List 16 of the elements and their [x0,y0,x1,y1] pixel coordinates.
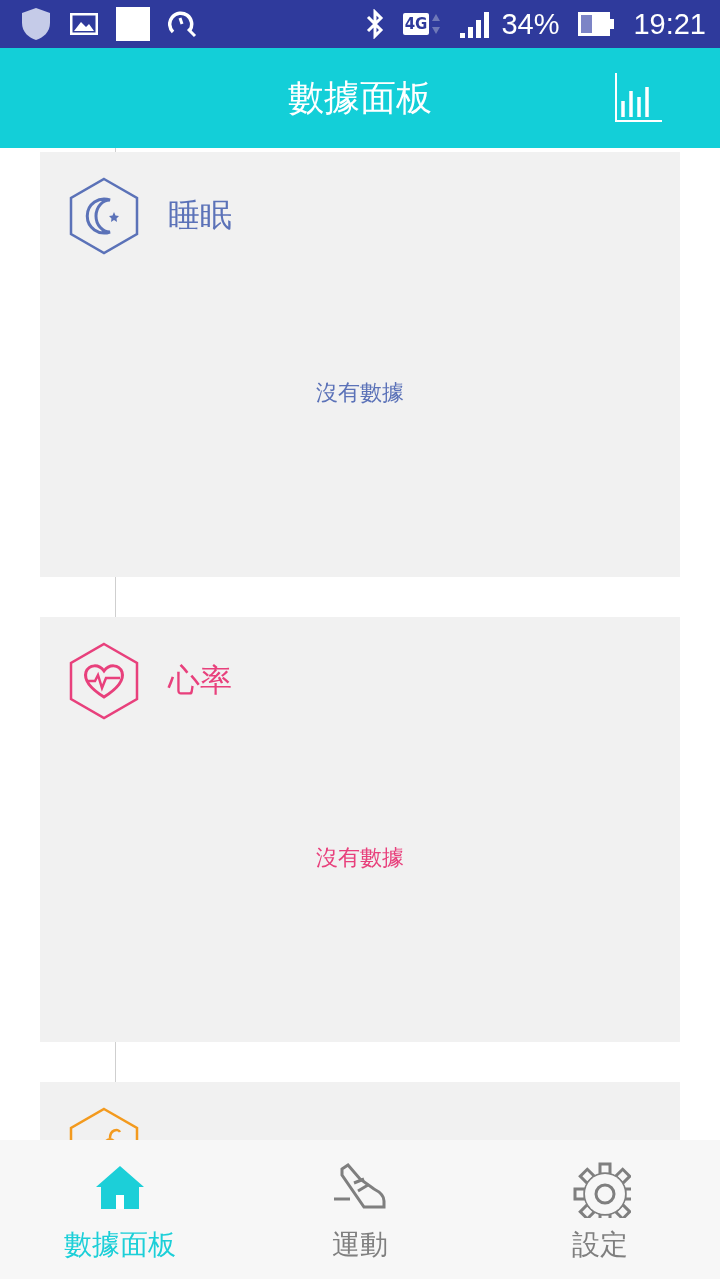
no-data-message: 沒有數據 [315,379,405,407]
card-title: 睡眠 [168,195,232,236]
no-data-message: 沒有數據 [315,844,405,872]
square-icon [116,7,150,41]
nav-tab[interactable]: 設定 [480,1140,720,1279]
network-type: 4G [402,13,430,35]
battery-icon [577,11,616,37]
shield-icon [20,7,52,41]
speedometer-icon [168,10,198,38]
screen-title: 數據面板 [288,75,432,120]
bluetooth-icon [364,9,385,39]
card-title: 心率 [168,660,232,701]
battery-percent: 34% [501,7,560,41]
nav-tab[interactable]: 運動 [240,1140,480,1279]
clock-time: 19:21 [633,7,706,41]
image-icon [70,13,98,35]
